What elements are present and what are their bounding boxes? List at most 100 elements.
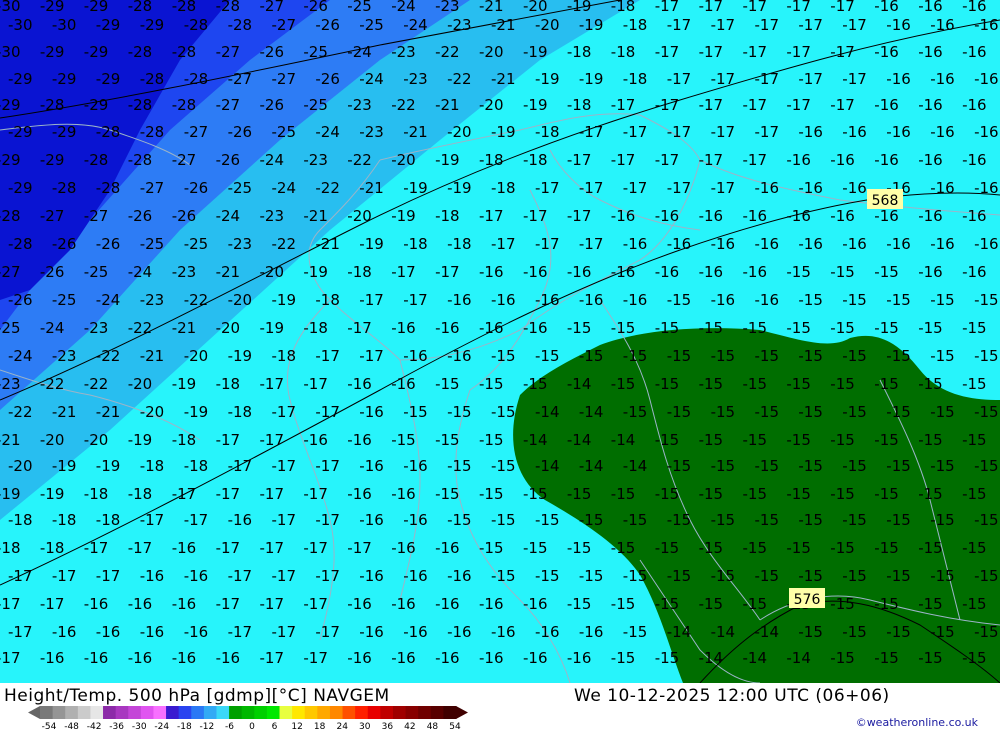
temperature-label: -16	[172, 539, 197, 557]
temperature-label: -17	[216, 539, 241, 557]
temperature-label: -29	[84, 43, 109, 61]
temperature-label: -15	[623, 347, 648, 365]
temperature-label: -15	[830, 539, 855, 557]
temperature-label: -16	[874, 0, 899, 15]
temperature-label: -17	[655, 0, 680, 15]
temperature-label: -20	[523, 0, 548, 15]
temperature-label: -22	[40, 375, 65, 393]
temperature-label: -29	[8, 179, 33, 197]
temperature-label: -15	[842, 457, 867, 475]
temperature-label: -18	[8, 511, 33, 529]
temperature-label: -16	[974, 123, 999, 141]
temperature-label: -16	[623, 235, 648, 253]
temperature-label: -17	[711, 70, 736, 88]
temperature-label: -15	[655, 375, 680, 393]
temperature-label: -18	[567, 96, 592, 114]
temperature-label: -16	[755, 179, 780, 197]
temperature-label: -16	[699, 263, 724, 281]
temperature-label: -19	[52, 457, 77, 475]
temperature-label: -17	[567, 151, 592, 169]
temperature-label: -17	[655, 96, 680, 114]
temperature-label: -18	[140, 457, 165, 475]
scale-swatch	[430, 706, 444, 719]
scale-label: 48	[426, 722, 439, 732]
temperature-label: -17	[842, 16, 867, 34]
temperature-label: -17	[184, 511, 209, 529]
temperature-label: -18	[228, 403, 253, 421]
temperature-label: -26	[184, 179, 209, 197]
temperature-label: -15	[655, 485, 680, 503]
temperature-label: -23	[172, 263, 197, 281]
temperature-label: -16	[623, 291, 648, 309]
temperature-label: -24	[315, 123, 340, 141]
temperature-label: -18	[184, 457, 209, 475]
temperature-label: -16	[479, 595, 504, 613]
temperature-label: -20	[479, 96, 504, 114]
temperature-label: -28	[40, 96, 65, 114]
temperature-label: -15	[798, 623, 823, 641]
temperature-label: -16	[140, 567, 165, 585]
temperature-label: -20	[391, 151, 416, 169]
temperature-label: -24	[347, 43, 372, 61]
temperature-label: -17	[128, 539, 153, 557]
temperature-label: -15	[918, 319, 943, 337]
temperature-label: -15	[798, 567, 823, 585]
temperature-label: -28	[128, 43, 153, 61]
temperature-label: -15	[655, 431, 680, 449]
temperature-label: -17	[228, 623, 253, 641]
temperature-label: -26	[216, 151, 241, 169]
temperature-label: -17	[667, 179, 692, 197]
temperature-label: -28	[128, 0, 153, 15]
temperature-label: -16	[391, 319, 416, 337]
temperature-label: -14	[743, 649, 768, 667]
temperature-label: -15	[798, 403, 823, 421]
temperature-label: -26	[8, 291, 33, 309]
temperature-label: -19	[523, 43, 548, 61]
temperature-label: -16	[403, 567, 428, 585]
temperature-label: -29	[52, 70, 77, 88]
temperature-label: -15	[830, 263, 855, 281]
contour-label-568-text: 568	[872, 193, 899, 209]
temperature-label: -15	[962, 649, 987, 667]
temperature-label: -15	[479, 485, 504, 503]
temperature-label: -17	[0, 595, 21, 613]
temperature-label: -21	[140, 347, 165, 365]
temperature-label: -15	[842, 623, 867, 641]
temperature-label: -19	[96, 457, 121, 475]
scale-label: -54	[41, 722, 57, 732]
scale-label: -36	[109, 722, 125, 732]
temperature-label: -18	[172, 431, 197, 449]
temperature-label: -17	[8, 567, 33, 585]
temperature-label: -28	[216, 0, 241, 15]
temperature-label: -17	[743, 151, 768, 169]
scale-label: 54	[449, 722, 461, 732]
temperature-label: -21	[315, 235, 340, 253]
temperature-label: -15	[974, 403, 999, 421]
temperature-label: -17	[579, 235, 604, 253]
temperature-label: -15	[743, 539, 768, 557]
temperature-label: -15	[786, 539, 811, 557]
temperature-label: -16	[435, 319, 460, 337]
temperature-label: -15	[786, 319, 811, 337]
scale-label: 12	[291, 722, 303, 732]
temperature-label: -17	[359, 347, 384, 365]
temperature-label: -15	[918, 431, 943, 449]
temperature-label: -15	[655, 539, 680, 557]
temperature-label: -15	[874, 485, 899, 503]
temperature-label: -15	[711, 347, 736, 365]
temperature-label: -15	[611, 649, 636, 667]
temperature-label: -16	[918, 151, 943, 169]
temperature-label: -15	[491, 567, 516, 585]
temperature-label: -25	[184, 235, 209, 253]
temperature-label: -16	[172, 595, 197, 613]
temperature-label: -15	[918, 649, 943, 667]
temperature-label: -28	[184, 70, 209, 88]
temperature-label: -17	[303, 539, 328, 557]
temperature-label: -18	[611, 43, 636, 61]
temperature-label: -17	[303, 375, 328, 393]
scale-swatch	[241, 706, 255, 719]
temperature-label: -19	[228, 347, 253, 365]
copyright-link[interactable]: ©weatheronline.co.uk	[856, 716, 978, 729]
temperature-label: -23	[228, 235, 253, 253]
scale-label: -6	[224, 722, 234, 732]
